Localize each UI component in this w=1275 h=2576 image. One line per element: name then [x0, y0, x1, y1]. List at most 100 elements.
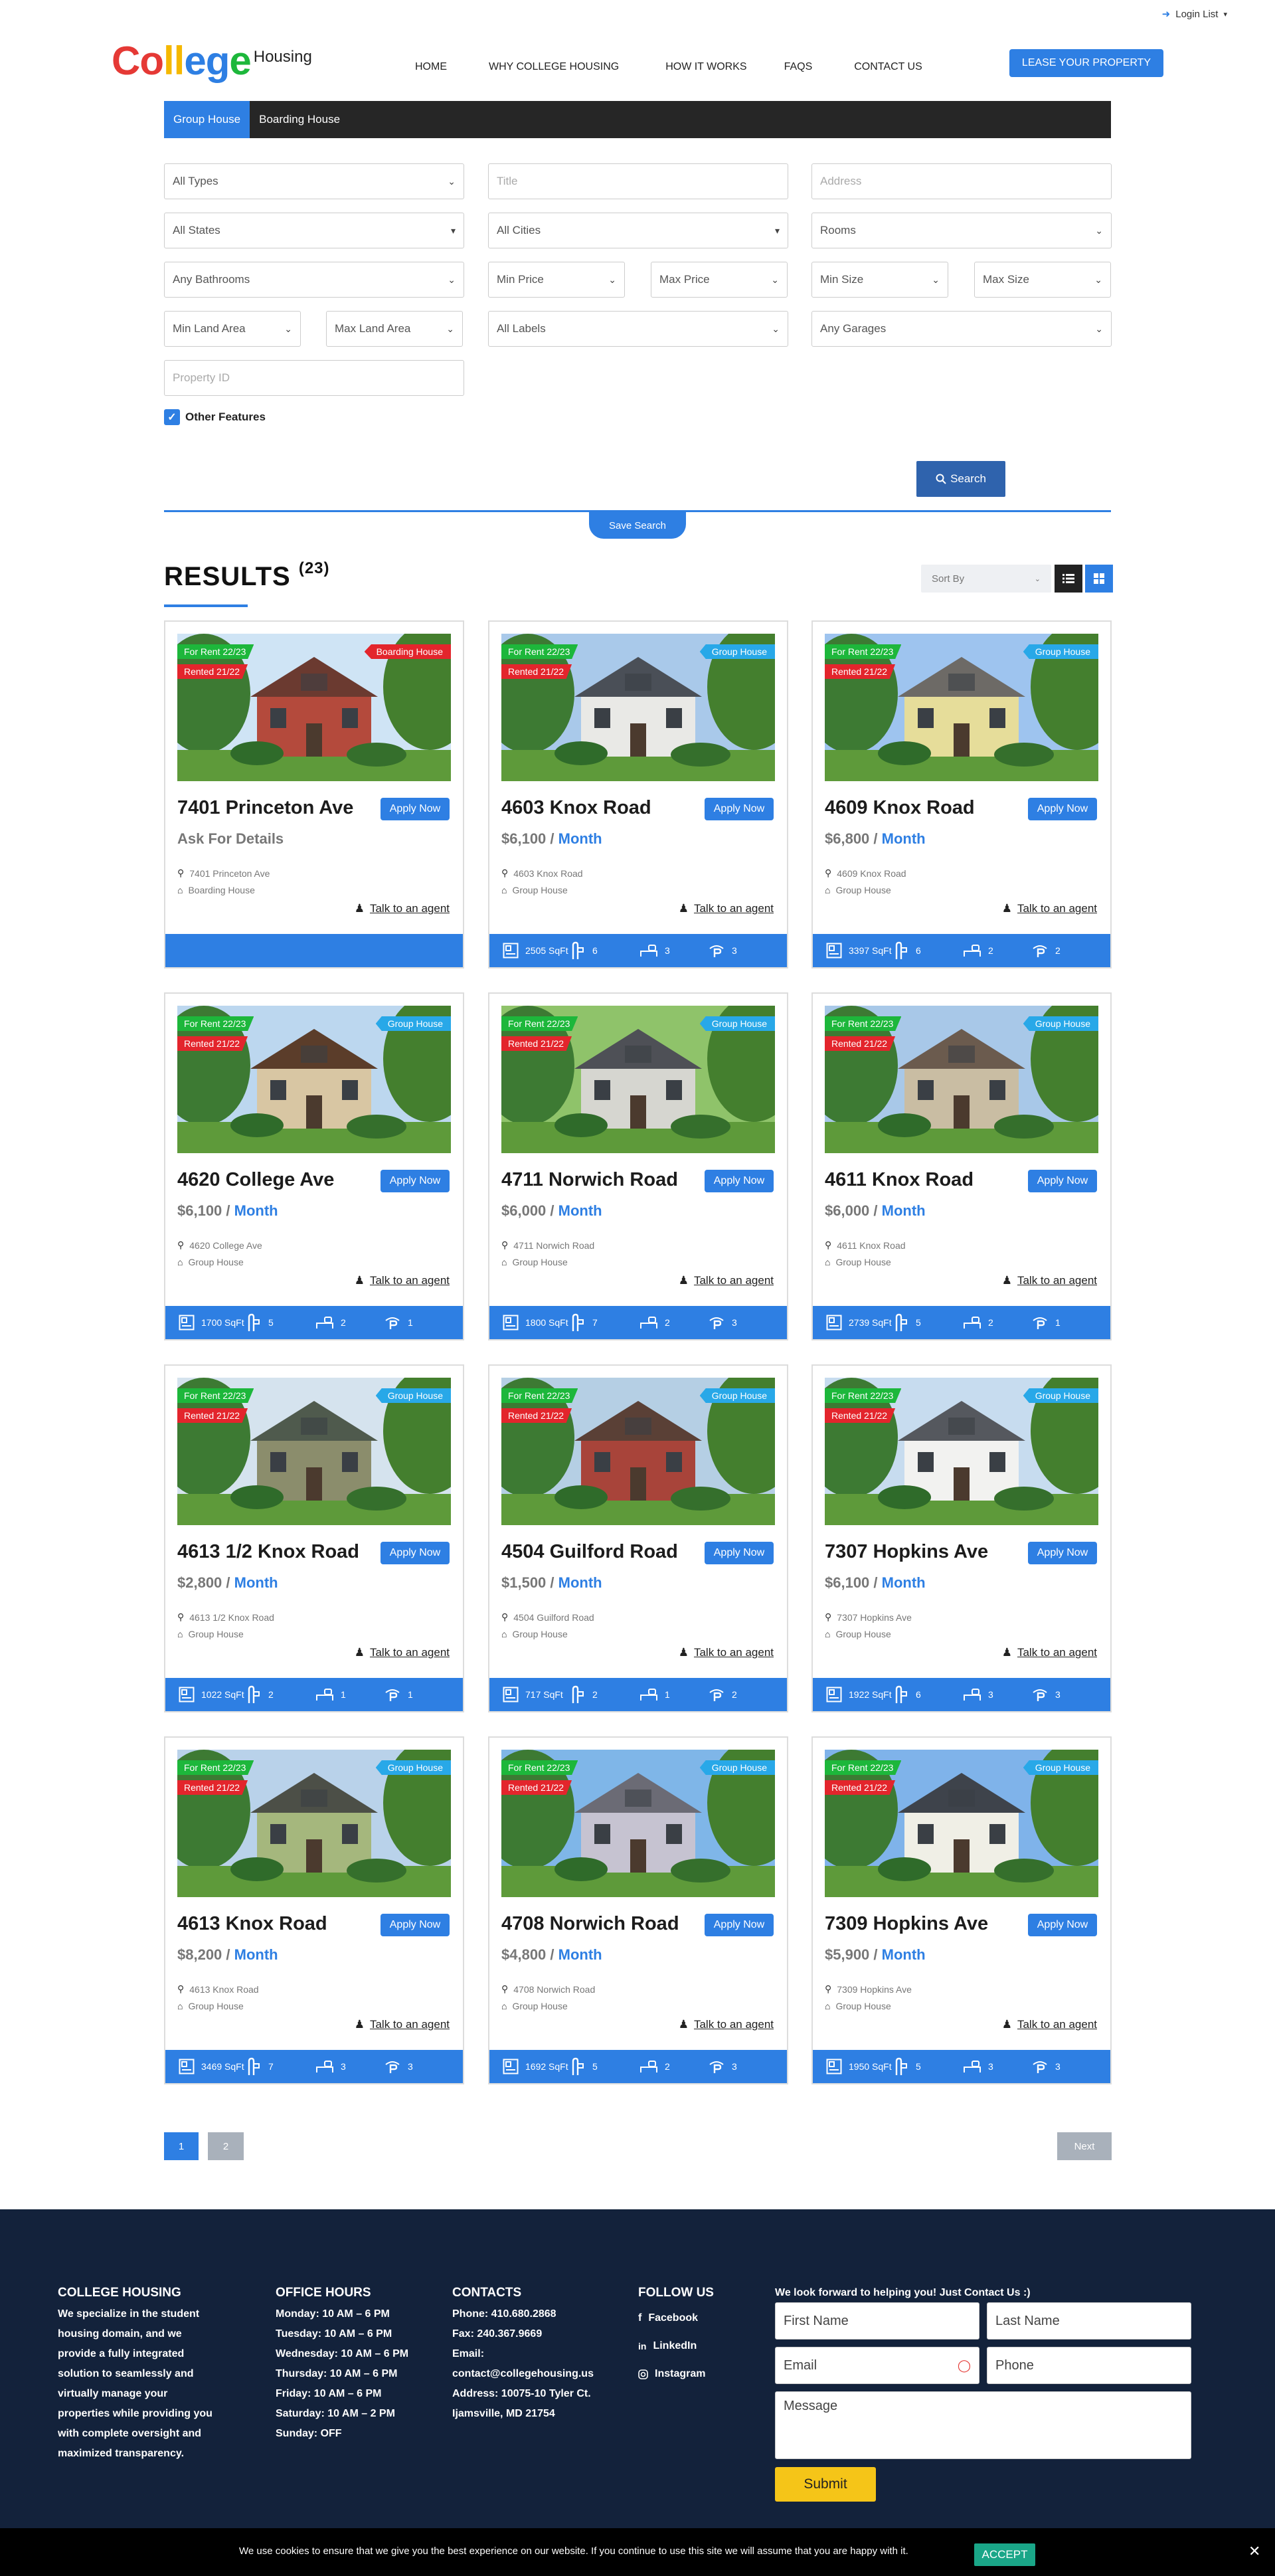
property-title[interactable]: 4603 Knox Road: [501, 797, 701, 819]
bathrooms-select[interactable]: Any Bathrooms ⌄: [164, 262, 464, 298]
apply-now-button[interactable]: Apply Now: [381, 1914, 450, 1936]
property-card[interactable]: For Rent 22/23 Rented 21/22 Group House …: [811, 1736, 1112, 2084]
facebook-link[interactable]: f Facebook: [638, 2304, 758, 2332]
login-list-link[interactable]: ➜ Login List ▾: [1162, 8, 1227, 21]
rooms-select[interactable]: Rooms ⌄: [811, 213, 1112, 248]
apply-now-button[interactable]: Apply Now: [1028, 1542, 1097, 1564]
password-manager-icon[interactable]: ◯: [958, 2359, 971, 2373]
property-image[interactable]: For Rent 22/23 Rented 21/22 Group House: [177, 1750, 451, 1897]
close-icon[interactable]: ✕: [1248, 2543, 1260, 2560]
property-image[interactable]: For Rent 22/23 Rented 21/22 Group House: [177, 1378, 451, 1525]
property-image[interactable]: For Rent 22/23 Rented 21/22 Group House: [825, 1378, 1098, 1525]
talk-to-agent-link[interactable]: ♟ Talk to an agent: [1002, 902, 1097, 915]
property-title[interactable]: 4613 1/2 Knox Road: [177, 1541, 377, 1563]
property-card[interactable]: For Rent 22/23 Rented 21/22 Group House …: [488, 1364, 788, 1712]
phone-input[interactable]: Phone: [987, 2347, 1191, 2384]
save-search-button[interactable]: Save Search: [589, 512, 686, 539]
property-image[interactable]: For Rent 22/23 Rented 21/22 Boarding Hou…: [177, 634, 451, 781]
property-card[interactable]: For Rent 22/23 Rented 21/22 Group House …: [811, 992, 1112, 1340]
property-title[interactable]: 4711 Norwich Road: [501, 1169, 701, 1191]
talk-to-agent-link[interactable]: ♟ Talk to an agent: [679, 902, 774, 915]
property-title[interactable]: 4609 Knox Road: [825, 797, 1024, 819]
property-card[interactable]: For Rent 22/23 Rented 21/22 Group House …: [164, 1736, 464, 2084]
property-title[interactable]: 7309 Hopkins Ave: [825, 1913, 1024, 1935]
property-card[interactable]: For Rent 22/23 Rented 21/22 Group House …: [811, 620, 1112, 968]
title-input[interactable]: Title: [488, 163, 788, 199]
property-title[interactable]: 4708 Norwich Road: [501, 1913, 701, 1935]
property-card[interactable]: For Rent 22/23 Rented 21/22 Group House …: [811, 1364, 1112, 1712]
types-select[interactable]: All Types ⌄: [164, 163, 464, 199]
talk-to-agent-link[interactable]: ♟ Talk to an agent: [355, 1274, 450, 1287]
property-card[interactable]: For Rent 22/23 Rented 21/22 Group House …: [488, 1736, 788, 2084]
property-card[interactable]: For Rent 22/23 Rented 21/22 Group House …: [164, 992, 464, 1340]
property-title[interactable]: 4620 College Ave: [177, 1169, 377, 1191]
max-land-select[interactable]: Max Land Area ⌄: [326, 311, 463, 347]
apply-now-button[interactable]: Apply Now: [705, 1542, 774, 1564]
property-id-input[interactable]: Property ID: [164, 360, 464, 396]
submit-button[interactable]: Submit: [775, 2467, 876, 2502]
apply-now-button[interactable]: Apply Now: [381, 1542, 450, 1564]
nav-why-college-housing[interactable]: WHY COLLEGE HOUSING: [489, 61, 619, 73]
talk-to-agent-link[interactable]: ♟ Talk to an agent: [1002, 1274, 1097, 1287]
garages-select[interactable]: Any Garages ⌄: [811, 311, 1112, 347]
property-image[interactable]: For Rent 22/23 Rented 21/22 Group House: [501, 634, 775, 781]
property-image[interactable]: For Rent 22/23 Rented 21/22 Group House: [501, 1006, 775, 1153]
message-textarea[interactable]: Message: [775, 2391, 1191, 2459]
property-title[interactable]: 7401 Princeton Ave: [177, 797, 377, 819]
cities-select[interactable]: All Cities ▾: [488, 213, 788, 248]
property-title[interactable]: 4613 Knox Road: [177, 1913, 377, 1935]
nav-contact-us[interactable]: CONTACT US: [854, 61, 922, 73]
talk-to-agent-link[interactable]: ♟ Talk to an agent: [355, 2018, 450, 2031]
apply-now-button[interactable]: Apply Now: [705, 1170, 774, 1192]
labels-select[interactable]: All Labels ⌄: [488, 311, 788, 347]
nav-faqs[interactable]: FAQS: [784, 61, 813, 73]
page-1-button[interactable]: 1: [164, 2132, 199, 2160]
min-size-select[interactable]: Min Size ⌄: [811, 262, 948, 298]
max-size-select[interactable]: Max Size ⌄: [974, 262, 1111, 298]
apply-now-button[interactable]: Apply Now: [381, 798, 450, 820]
apply-now-button[interactable]: Apply Now: [1028, 1170, 1097, 1192]
nav-how-it-works[interactable]: HOW IT WORKS: [665, 61, 746, 73]
accept-cookies-button[interactable]: ACCEPT: [974, 2543, 1035, 2566]
page-2-button[interactable]: 2: [208, 2132, 244, 2160]
sort-by-select[interactable]: Sort By ⌄: [921, 565, 1051, 593]
next-page-button[interactable]: Next: [1057, 2132, 1112, 2160]
tab-boarding-house[interactable]: Boarding House: [250, 101, 349, 138]
linkedin-link[interactable]: in LinkedIn: [638, 2332, 758, 2360]
instagram-link[interactable]: Instagram: [638, 2360, 758, 2388]
property-card[interactable]: For Rent 22/23 Rented 21/22 Group House …: [164, 1364, 464, 1712]
apply-now-button[interactable]: Apply Now: [1028, 798, 1097, 820]
apply-now-button[interactable]: Apply Now: [381, 1170, 450, 1192]
search-button[interactable]: Search: [916, 461, 1005, 497]
property-image[interactable]: For Rent 22/23 Rented 21/22 Group House: [825, 1006, 1098, 1153]
talk-to-agent-link[interactable]: ♟ Talk to an agent: [355, 1646, 450, 1659]
talk-to-agent-link[interactable]: ♟ Talk to an agent: [679, 1646, 774, 1659]
apply-now-button[interactable]: Apply Now: [1028, 1914, 1097, 1936]
property-image[interactable]: For Rent 22/23 Rented 21/22 Group House: [177, 1006, 451, 1153]
apply-now-button[interactable]: Apply Now: [705, 798, 774, 820]
property-card[interactable]: For Rent 22/23 Rented 21/22 Group House …: [488, 620, 788, 968]
talk-to-agent-link[interactable]: ♟ Talk to an agent: [679, 1274, 774, 1287]
talk-to-agent-link[interactable]: ♟ Talk to an agent: [1002, 2018, 1097, 2031]
property-image[interactable]: For Rent 22/23 Rented 21/22 Group House: [825, 634, 1098, 781]
talk-to-agent-link[interactable]: ♟ Talk to an agent: [679, 2018, 774, 2031]
states-select[interactable]: All States ▾: [164, 213, 464, 248]
list-view-button[interactable]: [1055, 565, 1082, 593]
max-price-select[interactable]: Max Price ⌄: [651, 262, 788, 298]
grid-view-button[interactable]: [1085, 565, 1113, 593]
apply-now-button[interactable]: Apply Now: [705, 1914, 774, 1936]
nav-home[interactable]: HOME: [415, 61, 447, 73]
property-title[interactable]: 4611 Knox Road: [825, 1169, 1024, 1191]
property-image[interactable]: For Rent 22/23 Rented 21/22 Group House: [501, 1378, 775, 1525]
last-name-input[interactable]: Last Name: [987, 2302, 1191, 2340]
min-price-select[interactable]: Min Price ⌄: [488, 262, 625, 298]
first-name-input[interactable]: First Name: [775, 2302, 979, 2340]
property-image[interactable]: For Rent 22/23 Rented 21/22 Group House: [825, 1750, 1098, 1897]
lease-property-button[interactable]: LEASE YOUR PROPERTY: [1009, 49, 1163, 77]
property-title[interactable]: 4504 Guilford Road: [501, 1541, 701, 1563]
min-land-select[interactable]: Min Land Area ⌄: [164, 311, 301, 347]
talk-to-agent-link[interactable]: ♟ Talk to an agent: [355, 902, 450, 915]
logo[interactable]: College Housing: [112, 41, 312, 81]
address-input[interactable]: Address: [811, 163, 1112, 199]
email-input[interactable]: Email ◯: [775, 2347, 979, 2384]
